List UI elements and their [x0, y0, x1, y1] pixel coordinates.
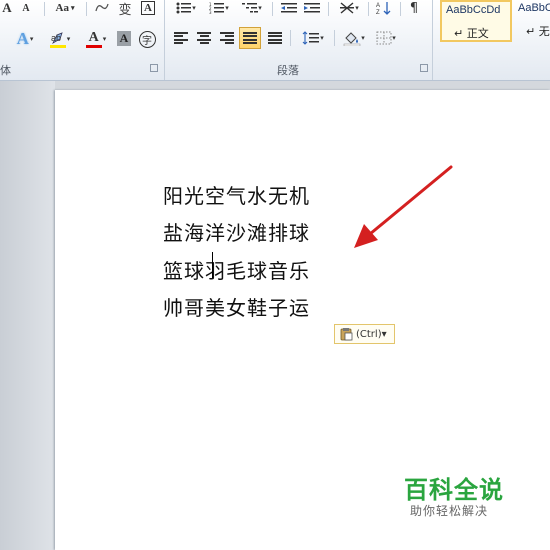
- document-line-1[interactable]: 阳光空气水无机: [163, 180, 310, 209]
- enclose-char-button[interactable]: 字: [138, 30, 156, 48]
- align-center-icon[interactable]: [197, 32, 211, 44]
- highlighter-icon: ab: [51, 31, 63, 44]
- document-line-4[interactable]: 帅哥美女鞋子运: [163, 292, 310, 321]
- align-left-icon[interactable]: [174, 32, 188, 44]
- bullets-icon: [176, 2, 192, 14]
- borders-icon: [376, 31, 392, 45]
- svg-text:3: 3: [209, 10, 212, 14]
- chinese-layout-icon: [340, 2, 355, 14]
- show-marks-button[interactable]: ¶: [406, 0, 422, 16]
- paragraph-dialog-launcher[interactable]: [420, 64, 428, 72]
- vertical-ruler: [0, 81, 55, 550]
- phonetic-guide-button[interactable]: [94, 0, 110, 16]
- font-group-label: 体: [0, 64, 11, 77]
- numbering-icon: 123: [209, 2, 225, 14]
- multilevel-list-button[interactable]: ▾: [238, 0, 266, 16]
- shrink-font-label: A: [22, 2, 30, 14]
- borders-button[interactable]: ▾: [372, 28, 400, 48]
- document-line-2[interactable]: 盐海洋沙滩排球: [163, 217, 310, 246]
- line-spacing-icon: [302, 31, 320, 45]
- char-shading-button[interactable]: A: [116, 30, 132, 46]
- chinese-layout-button[interactable]: ▾: [334, 0, 364, 16]
- sort-icon: AZ: [376, 2, 391, 15]
- enclose-char-label: 字: [138, 30, 156, 48]
- text-cursor: [212, 252, 213, 278]
- char-border-button[interactable]: 变: [116, 0, 134, 18]
- line-spacing-button[interactable]: ▾: [298, 28, 328, 48]
- paint-bucket-icon: [343, 32, 361, 46]
- font-color-button[interactable]: A ▾: [82, 28, 110, 50]
- svg-text:Z: Z: [376, 10, 380, 15]
- paste-options-button[interactable]: (Ctrl)▾: [334, 324, 395, 344]
- justify-button[interactable]: [239, 27, 261, 49]
- grow-font-button[interactable]: A: [0, 0, 14, 16]
- increase-indent-icon: [304, 3, 320, 13]
- numbering-button[interactable]: 123 ▾: [205, 0, 233, 16]
- char-border-icon: 变: [118, 2, 132, 18]
- align-right-icon[interactable]: [220, 32, 234, 44]
- style-no-spacing-sample: AaBbC: [518, 2, 550, 14]
- font-color-label: A: [88, 29, 99, 45]
- clear-format-label: A: [141, 1, 155, 15]
- multilevel-list-icon: [242, 3, 259, 13]
- clear-formatting-button[interactable]: A: [140, 0, 156, 16]
- paste-options-label: (Ctrl)▾: [356, 328, 387, 340]
- sort-button[interactable]: AZ: [374, 0, 394, 16]
- highlight-color-button[interactable]: ab ▾: [45, 28, 75, 50]
- change-case-label: Aa: [55, 2, 69, 14]
- style-no-spacing[interactable]: AaBbC ↵ 无间: [514, 0, 550, 42]
- clipboard-icon: [340, 328, 353, 341]
- font-dialog-launcher[interactable]: [150, 64, 158, 72]
- ribbon: A A Aa ▾ 变 A A ▾ ab ▾ A ▾ A 字 体 ▾ 1 2 3 …: [0, 0, 550, 81]
- svg-text:ab: ab: [51, 33, 61, 43]
- style-normal-name: ↵ 正文: [454, 27, 489, 40]
- watermark-title: 百科全说: [404, 476, 504, 504]
- increase-indent-button[interactable]: [303, 0, 321, 16]
- svg-text:A: A: [376, 3, 380, 9]
- decrease-indent-button[interactable]: [280, 0, 298, 16]
- style-normal-sample: AaBbCcDd: [446, 4, 501, 16]
- text-effects-button[interactable]: A ▾: [12, 28, 38, 50]
- style-no-spacing-name: ↵ 无间: [526, 25, 550, 38]
- grow-font-label: A: [2, 0, 12, 15]
- distributed-icon[interactable]: [268, 32, 282, 44]
- document-line-3[interactable]: 篮球羽毛球音乐: [163, 255, 310, 284]
- char-shading-label: A: [116, 30, 132, 46]
- text-effects-icon: A: [16, 29, 29, 48]
- justify-icon: [243, 32, 257, 44]
- shrink-font-button[interactable]: A: [19, 0, 33, 16]
- decrease-indent-icon: [281, 3, 297, 13]
- change-case-button[interactable]: Aa ▾: [52, 0, 78, 16]
- annotation-arrow: [354, 165, 453, 248]
- bullets-button[interactable]: ▾: [172, 0, 200, 16]
- paragraph-mark-icon: ¶: [409, 0, 419, 16]
- shading-button[interactable]: ▾: [340, 28, 368, 48]
- paragraph-group-label: 段落: [277, 64, 299, 77]
- watermark-subtitle: 助你轻松解决: [410, 504, 489, 518]
- phonetic-guide-icon: [95, 3, 109, 12]
- style-normal[interactable]: AaBbCcDd ↵ 正文: [440, 0, 512, 42]
